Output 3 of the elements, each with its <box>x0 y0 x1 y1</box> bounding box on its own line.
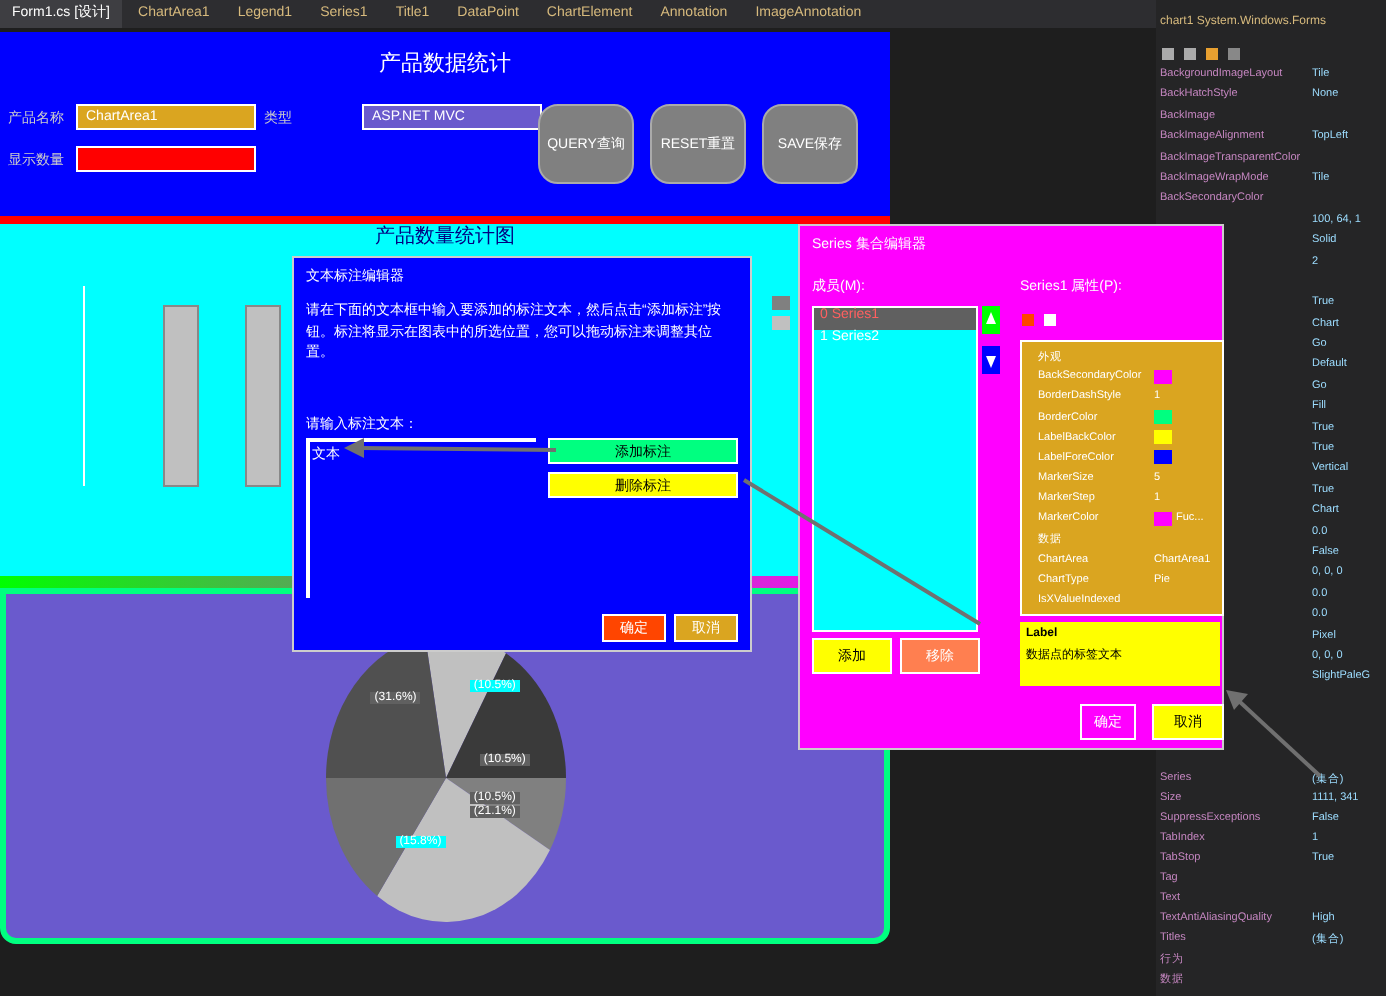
chart-title: 产品数量统计图 <box>375 226 515 250</box>
combo-field[interactable] <box>76 146 256 172</box>
form-title: 产品数据统计 <box>377 49 513 80</box>
